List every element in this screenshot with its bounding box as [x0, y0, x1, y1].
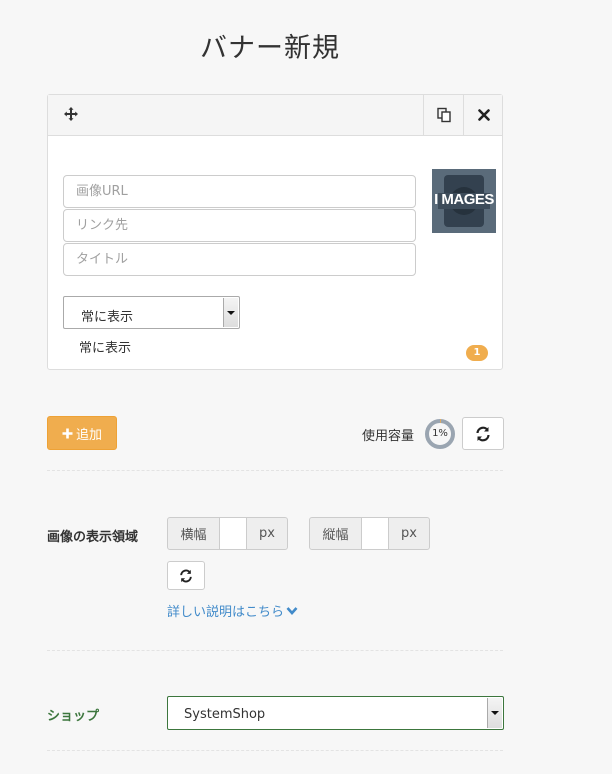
display-area-reset-button[interactable] — [167, 561, 205, 590]
close-icon — [477, 109, 490, 121]
link-input[interactable] — [63, 209, 416, 242]
shop-select-value: SystemShop — [184, 707, 266, 722]
move-icon[interactable] — [63, 106, 79, 122]
add-button[interactable]: 追加 — [47, 416, 117, 450]
display-select[interactable]: 常に表示 — [63, 296, 240, 329]
banner-panel-header — [48, 95, 502, 136]
display-mode-label: 常に表示 — [79, 341, 132, 356]
help-link[interactable]: 詳しい説明はこちら — [167, 601, 298, 620]
height-input[interactable] — [362, 517, 388, 550]
page-title: バナー新規 — [200, 33, 340, 64]
height-addon: 縦幅 — [309, 517, 362, 550]
chevron-down-icon — [227, 310, 235, 315]
display-select-value: 常に表示 — [81, 310, 134, 325]
width-addon: 横幅 — [167, 517, 220, 550]
refresh-icon — [180, 569, 192, 582]
add-button-label: 追加 — [75, 427, 102, 443]
divider — [47, 650, 503, 651]
usage-refresh-button[interactable] — [462, 417, 504, 450]
banner-thumbnail: I MAGES — [432, 169, 496, 233]
copy-icon — [436, 107, 451, 123]
remove-button[interactable] — [463, 95, 503, 135]
width-input[interactable] — [220, 517, 246, 550]
chevron-down-icon — [491, 711, 499, 715]
help-link-text: 詳しい説明はこちら — [167, 605, 285, 620]
image-url-input[interactable] — [63, 175, 416, 208]
usage-label: 使用容量 — [362, 429, 415, 444]
duplicate-button[interactable] — [423, 95, 463, 135]
banner-panel: I MAGES 常に表示 常に表示 1 — [47, 94, 503, 370]
width-unit: px — [246, 517, 288, 550]
thumbnail-text: I MAGES — [434, 191, 494, 208]
usage-gauge: 1% — [424, 418, 456, 450]
banner-index-badge: 1 — [466, 345, 488, 361]
plus-icon — [62, 428, 73, 438]
usage-percent: 1% — [432, 428, 448, 439]
divider — [47, 750, 503, 751]
shop-label: ショップ — [47, 709, 100, 724]
shop-select[interactable]: SystemShop — [167, 696, 504, 730]
title-input[interactable] — [63, 243, 416, 276]
divider — [47, 470, 503, 471]
height-unit: px — [388, 517, 430, 550]
display-area-label: 画像の表示領域 — [47, 530, 139, 545]
chevron-down-icon — [286, 606, 298, 615]
refresh-icon — [476, 426, 490, 441]
